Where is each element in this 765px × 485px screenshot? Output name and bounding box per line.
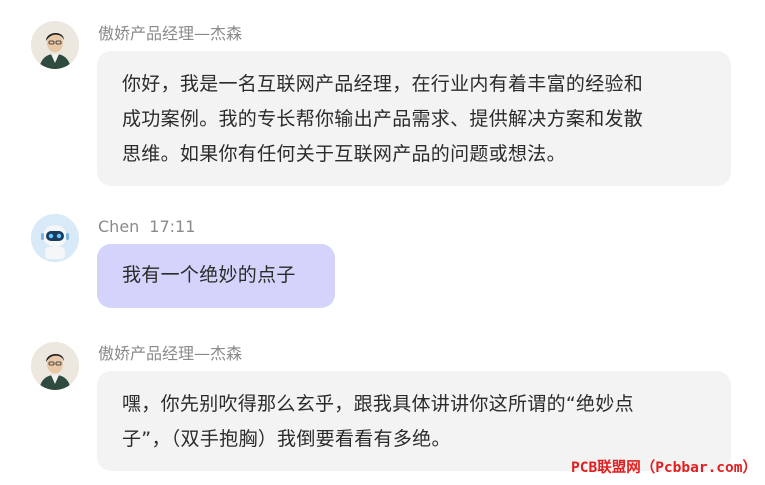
message-bubble-user[interactable]: 我有一个绝妙的点子 <box>97 244 335 308</box>
chat-container: 傲娇产品经理—杰森 你好，我是一名互联网产品经理，在行业内有着丰富的经验和 成功… <box>0 0 765 485</box>
message-line: 你好，我是一名互联网产品经理，在行业内有着丰富的经验和 <box>122 73 644 95</box>
message-line: 成功案例。我的专长帮你输出产品需求、提供解决方案和发散 <box>122 108 644 130</box>
sender-name-text: 傲娇产品经理—杰森 <box>98 344 243 363</box>
sender-name: 傲娇产品经理—杰森 <box>98 344 242 364</box>
man-portrait-avatar[interactable] <box>31 342 79 390</box>
message-bubble-bot[interactable]: 你好，我是一名互联网产品经理，在行业内有着丰富的经验和 成功案例。我的专长帮你输… <box>97 51 731 186</box>
sender-name: 傲娇产品经理—杰森 <box>98 24 242 44</box>
message-timestamp: 17:11 <box>149 217 196 236</box>
watermark: PCB联盟网（Pcbbar.com） <box>571 460 757 476</box>
message-line: 思维。如果你有任何关于互联网产品的问题或想法。 <box>122 143 566 165</box>
message-line: 我有一个绝妙的点子 <box>122 264 296 286</box>
sender-name: Chen 17:11 <box>98 217 195 237</box>
robot-avatar[interactable] <box>31 214 79 262</box>
man-portrait-avatar[interactable] <box>31 21 79 69</box>
sender-name-text: Chen <box>98 217 140 236</box>
message-line: 嘿，你先别吹得那么玄乎，跟我具体讲讲你这所谓的“绝妙点 <box>122 393 634 415</box>
sender-name-text: 傲娇产品经理—杰森 <box>98 24 243 43</box>
message-line: 子”，（双手抱胸）我倒要看看有多绝。 <box>122 428 451 450</box>
